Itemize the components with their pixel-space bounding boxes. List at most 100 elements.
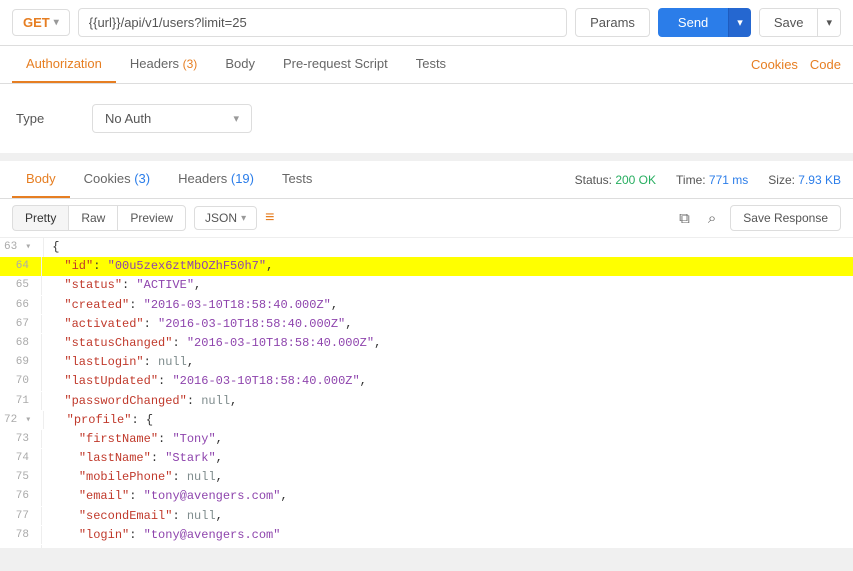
line-content: "firstName": "Tony", (42, 430, 223, 449)
line-number: 69 (0, 353, 42, 372)
line-content: "activated": "2016-03-10T18:58:40.000Z", (42, 315, 352, 334)
auth-type-label: Type (16, 111, 76, 126)
method-label: GET (23, 15, 50, 30)
url-input[interactable] (78, 8, 567, 37)
line-number: 76 (0, 487, 42, 506)
format-pretty-button[interactable]: Pretty (12, 205, 68, 231)
auth-type-row: Type No Auth ▾ (16, 104, 837, 133)
request-bar: GET ▾ Params Send ▾ Save ▾ (0, 0, 853, 46)
line-content: "login": "tony@avengers.com" (42, 526, 280, 545)
format-preview-button[interactable]: Preview (117, 205, 186, 231)
line-content: "secondEmail": null, (42, 507, 223, 526)
copy-button[interactable]: ⧉ (675, 206, 694, 231)
line-number: 78 (0, 526, 42, 545)
line-number: 68 (0, 334, 42, 353)
line-number: 65 (0, 276, 42, 295)
response-status: Status: 200 OK Time: 771 ms Size: 7.93 K… (575, 173, 841, 187)
send-button[interactable]: Send (658, 8, 728, 37)
line-content: "profile": { (44, 411, 153, 430)
cookies-link[interactable]: Cookies (751, 57, 798, 72)
line-number: 74 (0, 449, 42, 468)
tab-authorization[interactable]: Authorization (12, 46, 116, 83)
size-value: 7.93 KB (798, 173, 841, 187)
format-raw-button[interactable]: Raw (68, 205, 117, 231)
response-tab-body[interactable]: Body (12, 161, 70, 198)
table-row: 78 "login": "tony@avengers.com" (0, 526, 853, 545)
send-group: Send ▾ (658, 8, 751, 37)
line-number: 73 (0, 430, 42, 449)
collapse-arrow-icon[interactable]: ▾ (19, 242, 31, 253)
time-label: Time: 771 ms (676, 173, 748, 187)
table-row: 69 "lastLogin": null, (0, 353, 853, 372)
response-tab-headers[interactable]: Headers (19) (164, 161, 268, 198)
table-row: 66 "created": "2016-03-10T18:58:40.000Z"… (0, 296, 853, 315)
format-actions: ⧉ ⌕ Save Response (675, 205, 841, 231)
response-tab-cookies[interactable]: Cookies (3) (70, 161, 164, 198)
table-row: 75 "mobilePhone": null, (0, 468, 853, 487)
tab-headers[interactable]: Headers (3) (116, 46, 211, 83)
line-number: 70 (0, 372, 42, 391)
line-content: "lastName": "Stark", (42, 449, 223, 468)
table-row: 72 ▾ "profile": { (0, 411, 853, 430)
save-response-button[interactable]: Save Response (730, 205, 841, 231)
line-number: 64 (0, 257, 42, 276)
code-area[interactable]: 63 ▾{64 "id": "00u5zex6ztMbOZhF50h7",65 … (0, 238, 853, 548)
method-select[interactable]: GET ▾ (12, 9, 70, 36)
save-group: Save ▾ (759, 8, 841, 37)
auth-type-select[interactable]: No Auth ▾ (92, 104, 252, 133)
line-number: 71 (0, 392, 42, 411)
send-dropdown-button[interactable]: ▾ (728, 8, 751, 37)
table-row: 70 "lastUpdated": "2016-03-10T18:58:40.0… (0, 372, 853, 391)
table-row: 77 "secondEmail": null, (0, 507, 853, 526)
line-number: 63 ▾ (0, 238, 44, 257)
line-content: "created": "2016-03-10T18:58:40.000Z", (42, 296, 338, 315)
table-row: 64 "id": "00u5zex6ztMbOZhF50h7", (0, 257, 853, 276)
table-row: 65 "status": "ACTIVE", (0, 276, 853, 295)
line-content: "status": "ACTIVE", (42, 276, 201, 295)
params-button[interactable]: Params (575, 8, 650, 37)
time-value: 771 ms (709, 173, 748, 187)
format-type-chevron-icon: ▾ (241, 213, 246, 224)
format-type-select[interactable]: JSON ▾ (194, 206, 257, 230)
line-number: 75 (0, 468, 42, 487)
table-row: 68 "statusChanged": "2016-03-10T18:58:40… (0, 334, 853, 353)
format-toolbar: Pretty Raw Preview JSON ▾ ≡ ⧉ ⌕ Save Res… (0, 199, 853, 238)
table-row: 79 }, (0, 545, 853, 548)
table-row: 73 "firstName": "Tony", (0, 430, 853, 449)
filter-icon[interactable]: ≡ (265, 209, 274, 227)
search-button[interactable]: ⌕ (704, 206, 720, 231)
method-chevron-icon: ▾ (54, 17, 59, 28)
line-number: 67 (0, 315, 42, 334)
table-row: 71 "passwordChanged": null, (0, 392, 853, 411)
line-content: "email": "tony@avengers.com", (42, 487, 288, 506)
line-content: "lastLogin": null, (42, 353, 194, 372)
line-content: "mobilePhone": null, (42, 468, 223, 487)
save-dropdown-button[interactable]: ▾ (817, 9, 840, 36)
code-link[interactable]: Code (810, 57, 841, 72)
tab-tests[interactable]: Tests (402, 46, 460, 83)
auth-type-value: No Auth (105, 111, 151, 126)
request-tabs-right: Cookies Code (751, 57, 841, 72)
response-tab-tests[interactable]: Tests (268, 161, 326, 198)
save-button[interactable]: Save (760, 9, 818, 36)
tab-prerequest[interactable]: Pre-request Script (269, 46, 402, 83)
line-number: 79 (0, 545, 42, 548)
line-content: "id": "00u5zex6ztMbOZhF50h7", (42, 257, 273, 276)
tab-body[interactable]: Body (211, 46, 269, 83)
line-number: 66 (0, 296, 42, 315)
request-tabs-bar: Authorization Headers (3) Body Pre-reque… (0, 46, 853, 84)
auth-type-chevron-icon: ▾ (233, 112, 239, 125)
line-content: "passwordChanged": null, (42, 392, 237, 411)
auth-section: Type No Auth ▾ (0, 84, 853, 161)
response-tabs-bar: Body Cookies (3) Headers (19) Tests Stat… (0, 161, 853, 199)
table-row: 76 "email": "tony@avengers.com", (0, 487, 853, 506)
line-number: 77 (0, 507, 42, 526)
line-content: "statusChanged": "2016-03-10T18:58:40.00… (42, 334, 381, 353)
line-content: }, (42, 545, 79, 548)
format-type-value: JSON (205, 211, 237, 225)
line-content: { (44, 238, 59, 257)
response-section: Body Cookies (3) Headers (19) Tests Stat… (0, 161, 853, 548)
collapse-arrow-icon[interactable]: ▾ (19, 415, 31, 426)
line-number: 72 ▾ (0, 411, 44, 430)
status-value: 200 OK (615, 173, 656, 187)
